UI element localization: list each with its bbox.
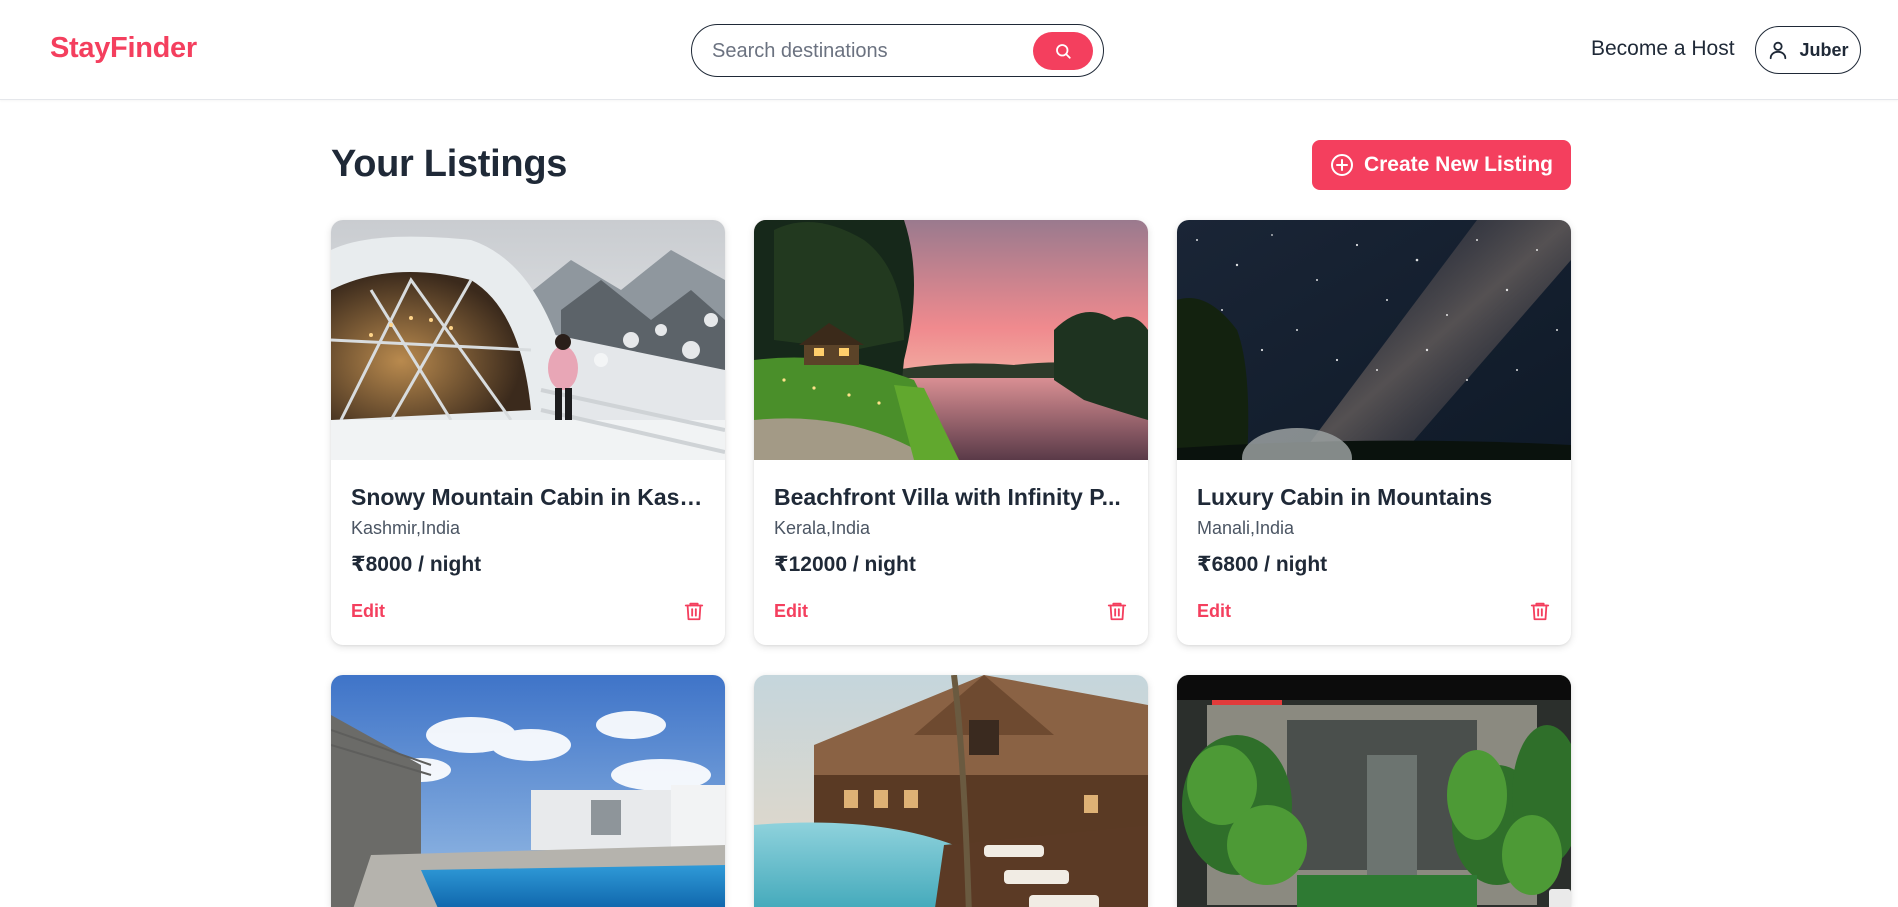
listing-title: Beachfront Villa with Infinity P... bbox=[774, 484, 1121, 510]
listing-image[interactable] bbox=[331, 675, 725, 907]
edit-link[interactable]: Edit bbox=[351, 601, 385, 622]
search-input[interactable] bbox=[712, 37, 1012, 65]
listing-image[interactable] bbox=[754, 220, 1148, 460]
plus-circle-icon bbox=[1330, 154, 1353, 176]
edit-link[interactable]: Edit bbox=[774, 601, 808, 622]
listing-card[interactable]: Beachfront Villa with Infinity P... Kera… bbox=[754, 220, 1148, 645]
listing-image[interactable] bbox=[754, 675, 1148, 907]
listing-card[interactable]: Luxury Cabin in Mountains Manali,India ₹… bbox=[1177, 220, 1571, 645]
search-bar bbox=[691, 24, 1104, 77]
listing-card[interactable] bbox=[754, 675, 1148, 907]
listing-info: Snowy Mountain Cabin in Kash... Kashmir,… bbox=[331, 460, 725, 645]
listing-image[interactable] bbox=[1177, 220, 1571, 460]
user-icon bbox=[1770, 41, 1787, 60]
trash-icon[interactable] bbox=[1106, 600, 1128, 622]
listing-location: Kerala,India bbox=[774, 518, 871, 538]
create-listing-button[interactable]: Create New Listing bbox=[1312, 140, 1571, 190]
create-listing-label: Create New Listing bbox=[1363, 153, 1554, 176]
listing-title: Snowy Mountain Cabin in Kash... bbox=[351, 484, 705, 510]
listing-card[interactable]: Snowy Mountain Cabin in Kash... Kashmir,… bbox=[331, 220, 725, 645]
become-host-link[interactable]: Become a Host bbox=[1591, 37, 1735, 61]
listing-title: Luxury Cabin in Mountains bbox=[1197, 484, 1493, 510]
search-button[interactable] bbox=[1033, 32, 1093, 70]
edit-link[interactable]: Edit bbox=[1197, 601, 1231, 622]
listing-price: ₹12000 / night bbox=[774, 553, 916, 576]
listing-info: Beachfront Villa with Infinity P... Kera… bbox=[754, 460, 1148, 645]
listing-price: ₹6800 / night bbox=[1197, 553, 1328, 576]
listing-card[interactable] bbox=[1177, 675, 1571, 907]
user-menu-button[interactable]: Juber bbox=[1755, 26, 1861, 74]
listing-location: Kashmir,India bbox=[351, 518, 461, 538]
logo[interactable]: StayFinder bbox=[50, 32, 197, 65]
page-title: Your Listings bbox=[331, 143, 568, 185]
listing-image[interactable] bbox=[331, 220, 725, 460]
listing-card[interactable] bbox=[331, 675, 725, 907]
top-nav: StayFinder Become a Host Juber bbox=[0, 0, 1898, 100]
listing-info: Luxury Cabin in Mountains Manali,India ₹… bbox=[1177, 460, 1571, 645]
listing-price: ₹8000 / night bbox=[351, 553, 482, 576]
listing-location: Manali,India bbox=[1197, 518, 1295, 538]
trash-icon[interactable] bbox=[1529, 600, 1551, 622]
user-name: Juber bbox=[1799, 39, 1849, 60]
listing-image[interactable] bbox=[1177, 675, 1571, 907]
trash-icon[interactable] bbox=[683, 600, 705, 622]
search-icon bbox=[1056, 44, 1071, 59]
